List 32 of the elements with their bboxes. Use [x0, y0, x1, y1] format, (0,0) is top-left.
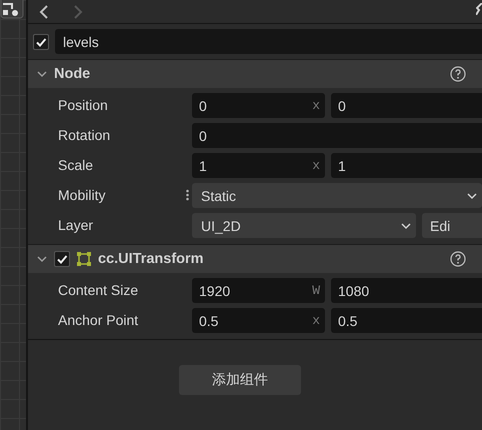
property-label: Layer: [57, 216, 94, 235]
number-field[interactable]: 0.5: [331, 308, 482, 333]
help-icon[interactable]: [450, 251, 466, 267]
node-name-field[interactable]: levels: [55, 29, 482, 54]
drag-handle-icon[interactable]: [186, 189, 189, 201]
number-field[interactable]: 1 x: [192, 153, 325, 178]
edit-button[interactable]: Edi: [422, 213, 482, 238]
add-component-button[interactable]: 添加组件: [179, 365, 301, 395]
section-header[interactable]: cc.UITransform: [28, 244, 482, 273]
number-field[interactable]: 1: [331, 153, 482, 178]
property-label: Position: [57, 96, 109, 115]
number-field[interactable]: 1920 W: [192, 278, 325, 303]
number-field[interactable]: 0: [192, 123, 482, 148]
property-label: Mobility: [28, 183, 192, 208]
property-label: Rotation: [57, 126, 112, 145]
transform-icon: [76, 251, 92, 267]
number-field[interactable]: 1080: [331, 278, 482, 303]
checkbox[interactable]: [33, 34, 49, 50]
property-label: Scale: [57, 156, 94, 175]
checkbox[interactable]: [54, 251, 70, 267]
number-field[interactable]: 0: [331, 93, 482, 118]
back-button[interactable]: [38, 4, 50, 18]
section-title: cc.UITransform: [98, 251, 204, 267]
property-label: Content Size: [57, 281, 140, 300]
dropdown[interactable]: UI_2D: [192, 213, 416, 238]
section-header[interactable]: Node: [28, 59, 482, 88]
help-icon[interactable]: [450, 66, 466, 82]
number-field[interactable]: 0.5 x: [192, 308, 325, 333]
dropdown[interactable]: Static: [192, 183, 482, 208]
property-label: Anchor Point: [57, 311, 140, 330]
number-field[interactable]: 0 x: [192, 93, 325, 118]
section-title: Node: [54, 66, 90, 82]
